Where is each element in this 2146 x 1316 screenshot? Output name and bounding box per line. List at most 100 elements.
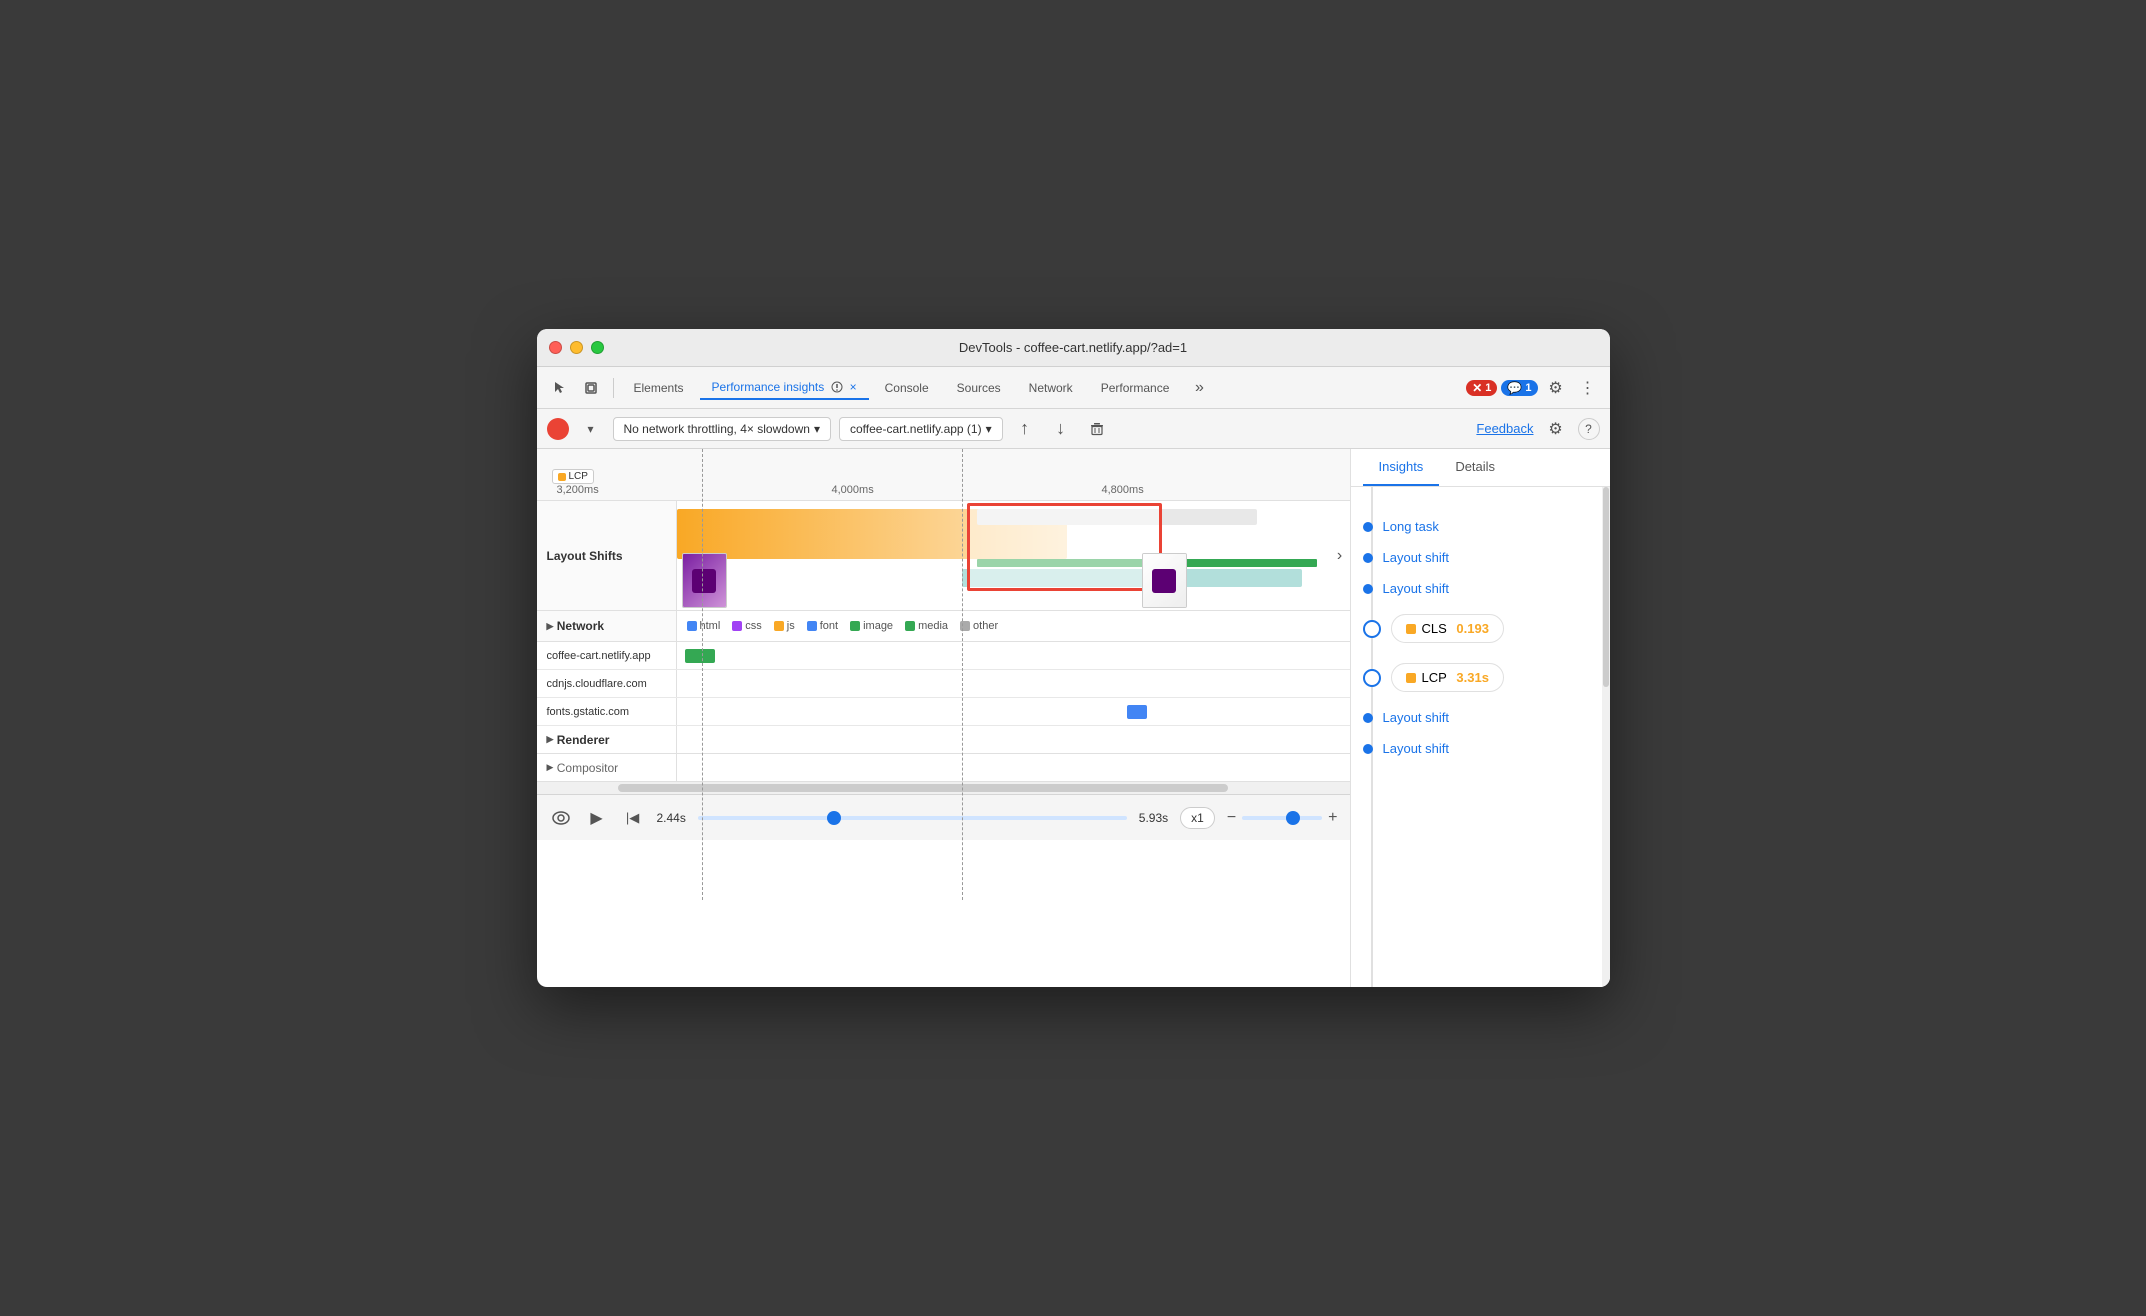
- insight-dot-ls3: [1363, 713, 1373, 723]
- window-title: DevTools - coffee-cart.netlify.app/?ad=1: [959, 340, 1187, 355]
- cls-badge[interactable]: CLS 0.193: [1391, 614, 1504, 643]
- horizontal-scrollbar[interactable]: [537, 782, 1350, 794]
- time-mark-1: 3,200ms: [557, 484, 599, 496]
- lcp-value: 3.31s: [1456, 670, 1489, 685]
- legend-html: html: [687, 620, 721, 632]
- delete-icon[interactable]: [1083, 415, 1111, 443]
- speed-button[interactable]: x1: [1180, 807, 1215, 829]
- close-button[interactable]: [549, 341, 562, 354]
- layout-shift-link-4[interactable]: Layout shift: [1383, 741, 1450, 756]
- url-selector[interactable]: coffee-cart.netlify.app (1) ▾: [839, 417, 1003, 441]
- record-dropdown-icon[interactable]: ▾: [577, 415, 605, 443]
- net-bar-image: [685, 649, 715, 663]
- tab-console[interactable]: Console: [873, 377, 941, 399]
- cursor-icon[interactable]: [545, 374, 573, 402]
- network-bars-2: [677, 670, 1350, 697]
- right-panel-scrollbar-thumb[interactable]: [1603, 487, 1609, 687]
- horizontal-scrollbar-thumb[interactable]: [618, 784, 1228, 792]
- lcp-square-icon: [1406, 673, 1416, 683]
- renderer-expand-icon: ▶: [547, 734, 554, 745]
- zoom-in-icon[interactable]: +: [1328, 809, 1337, 827]
- tab-performance-insights[interactable]: Performance insights ×: [700, 376, 869, 400]
- lcp-dot: [558, 473, 566, 481]
- lcp-circle-icon: [1363, 669, 1381, 687]
- insight-cls: CLS 0.193: [1351, 604, 1610, 653]
- network-bars-1: [677, 642, 1350, 669]
- legend-js-dot: [774, 621, 784, 631]
- throttle-dropdown[interactable]: No network throttling, 4× slowdown ▾: [613, 417, 831, 441]
- zoom-slider[interactable]: [1242, 816, 1322, 820]
- time-dashed-2: [962, 449, 963, 900]
- zoom-out-icon[interactable]: −: [1227, 809, 1236, 827]
- insight-dot-ls4: [1363, 744, 1373, 754]
- insight-dot-long-task: [1363, 522, 1373, 532]
- kebab-menu-icon[interactable]: ⋮: [1574, 374, 1602, 402]
- help-icon[interactable]: ?: [1578, 418, 1600, 440]
- end-time: 5.93s: [1139, 811, 1168, 825]
- cls-circle-icon: [1363, 620, 1381, 638]
- error-badge[interactable]: ✕ 1: [1466, 380, 1497, 396]
- layout-shift-link-2[interactable]: Layout shift: [1383, 581, 1450, 596]
- legend-media: media: [905, 620, 948, 632]
- legend-other: other: [960, 620, 998, 632]
- maximize-button[interactable]: [591, 341, 604, 354]
- screenshot-thumb-1[interactable]: [682, 553, 727, 608]
- titlebar: DevTools - coffee-cart.netlify.app/?ad=1: [537, 329, 1610, 367]
- playhead-thumb[interactable]: [827, 811, 841, 825]
- network-host-3: fonts.gstatic.com: [537, 698, 677, 725]
- screenshot-thumb-2[interactable]: [1142, 553, 1187, 608]
- layout-shift-link-1[interactable]: Layout shift: [1383, 550, 1450, 565]
- upload-icon[interactable]: ↑: [1011, 415, 1039, 443]
- compositor-section: ▶ Compositor: [537, 754, 1350, 782]
- layout-shifts-section: Layout Shifts: [537, 501, 1350, 611]
- expand-arrow[interactable]: ›: [1330, 501, 1350, 610]
- insight-dot-ls2: [1363, 584, 1373, 594]
- download-icon[interactable]: ↓: [1047, 415, 1075, 443]
- right-panel-scrollbar[interactable]: [1602, 487, 1610, 987]
- layout-shift-link-3[interactable]: Layout shift: [1383, 710, 1450, 725]
- start-time: 2.44s: [657, 811, 686, 825]
- selection-box[interactable]: [967, 503, 1162, 591]
- renderer-label[interactable]: ▶ Renderer: [537, 726, 677, 753]
- layout-shifts-label: Layout Shifts: [537, 501, 677, 610]
- zoom-controls: − +: [1227, 809, 1338, 827]
- feedback-link[interactable]: Feedback: [1476, 421, 1533, 436]
- tab-insights[interactable]: Insights: [1363, 449, 1440, 486]
- legend-js: js: [774, 620, 795, 632]
- network-label[interactable]: ▶ Network: [537, 611, 677, 641]
- insight-layout-shift-1: Layout shift: [1351, 542, 1610, 573]
- minimize-button[interactable]: [570, 341, 583, 354]
- message-badge[interactable]: 💬 1: [1501, 380, 1537, 396]
- legend-media-dot: [905, 621, 915, 631]
- insights-top-clip: [1351, 495, 1610, 511]
- tab-network[interactable]: Network: [1017, 377, 1085, 399]
- play-button[interactable]: ▶: [585, 806, 609, 830]
- eye-button[interactable]: [549, 806, 573, 830]
- legend-image-dot: [850, 621, 860, 631]
- skip-to-start-button[interactable]: |◀: [621, 806, 645, 830]
- tab-sources[interactable]: Sources: [945, 377, 1013, 399]
- cls-label: CLS: [1422, 621, 1451, 636]
- lcp-label: LCP: [1422, 670, 1451, 685]
- main-toolbar: Elements Performance insights × Console …: [537, 367, 1610, 409]
- network-expand-icon: ▶: [547, 621, 554, 632]
- zoom-slider-thumb[interactable]: [1286, 811, 1300, 825]
- record-button[interactable]: [547, 418, 569, 440]
- compositor-content: [677, 754, 1350, 781]
- network-host-1: coffee-cart.netlify.app: [537, 642, 677, 669]
- layers-icon[interactable]: [577, 374, 605, 402]
- settings2-icon[interactable]: ⚙: [1542, 415, 1570, 443]
- main-area: 3,200ms 4,000ms 4,800ms LCP Layout Shift…: [537, 449, 1610, 987]
- long-task-link[interactable]: Long task: [1383, 519, 1439, 534]
- right-panel: Insights Details Long task Layout shift: [1350, 449, 1610, 987]
- time-dashed-1: [702, 449, 703, 900]
- tab-performance[interactable]: Performance: [1089, 377, 1182, 399]
- playhead-slider[interactable]: [698, 816, 1127, 820]
- tab-details[interactable]: Details: [1439, 449, 1511, 486]
- compositor-label[interactable]: ▶ Compositor: [537, 754, 677, 781]
- lcp-badge[interactable]: LCP 3.31s: [1391, 663, 1504, 692]
- tab-elements[interactable]: Elements: [622, 377, 696, 399]
- settings-icon[interactable]: ⚙: [1542, 374, 1570, 402]
- renderer-section: ▶ Renderer: [537, 726, 1350, 754]
- more-tabs-button[interactable]: »: [1185, 374, 1213, 402]
